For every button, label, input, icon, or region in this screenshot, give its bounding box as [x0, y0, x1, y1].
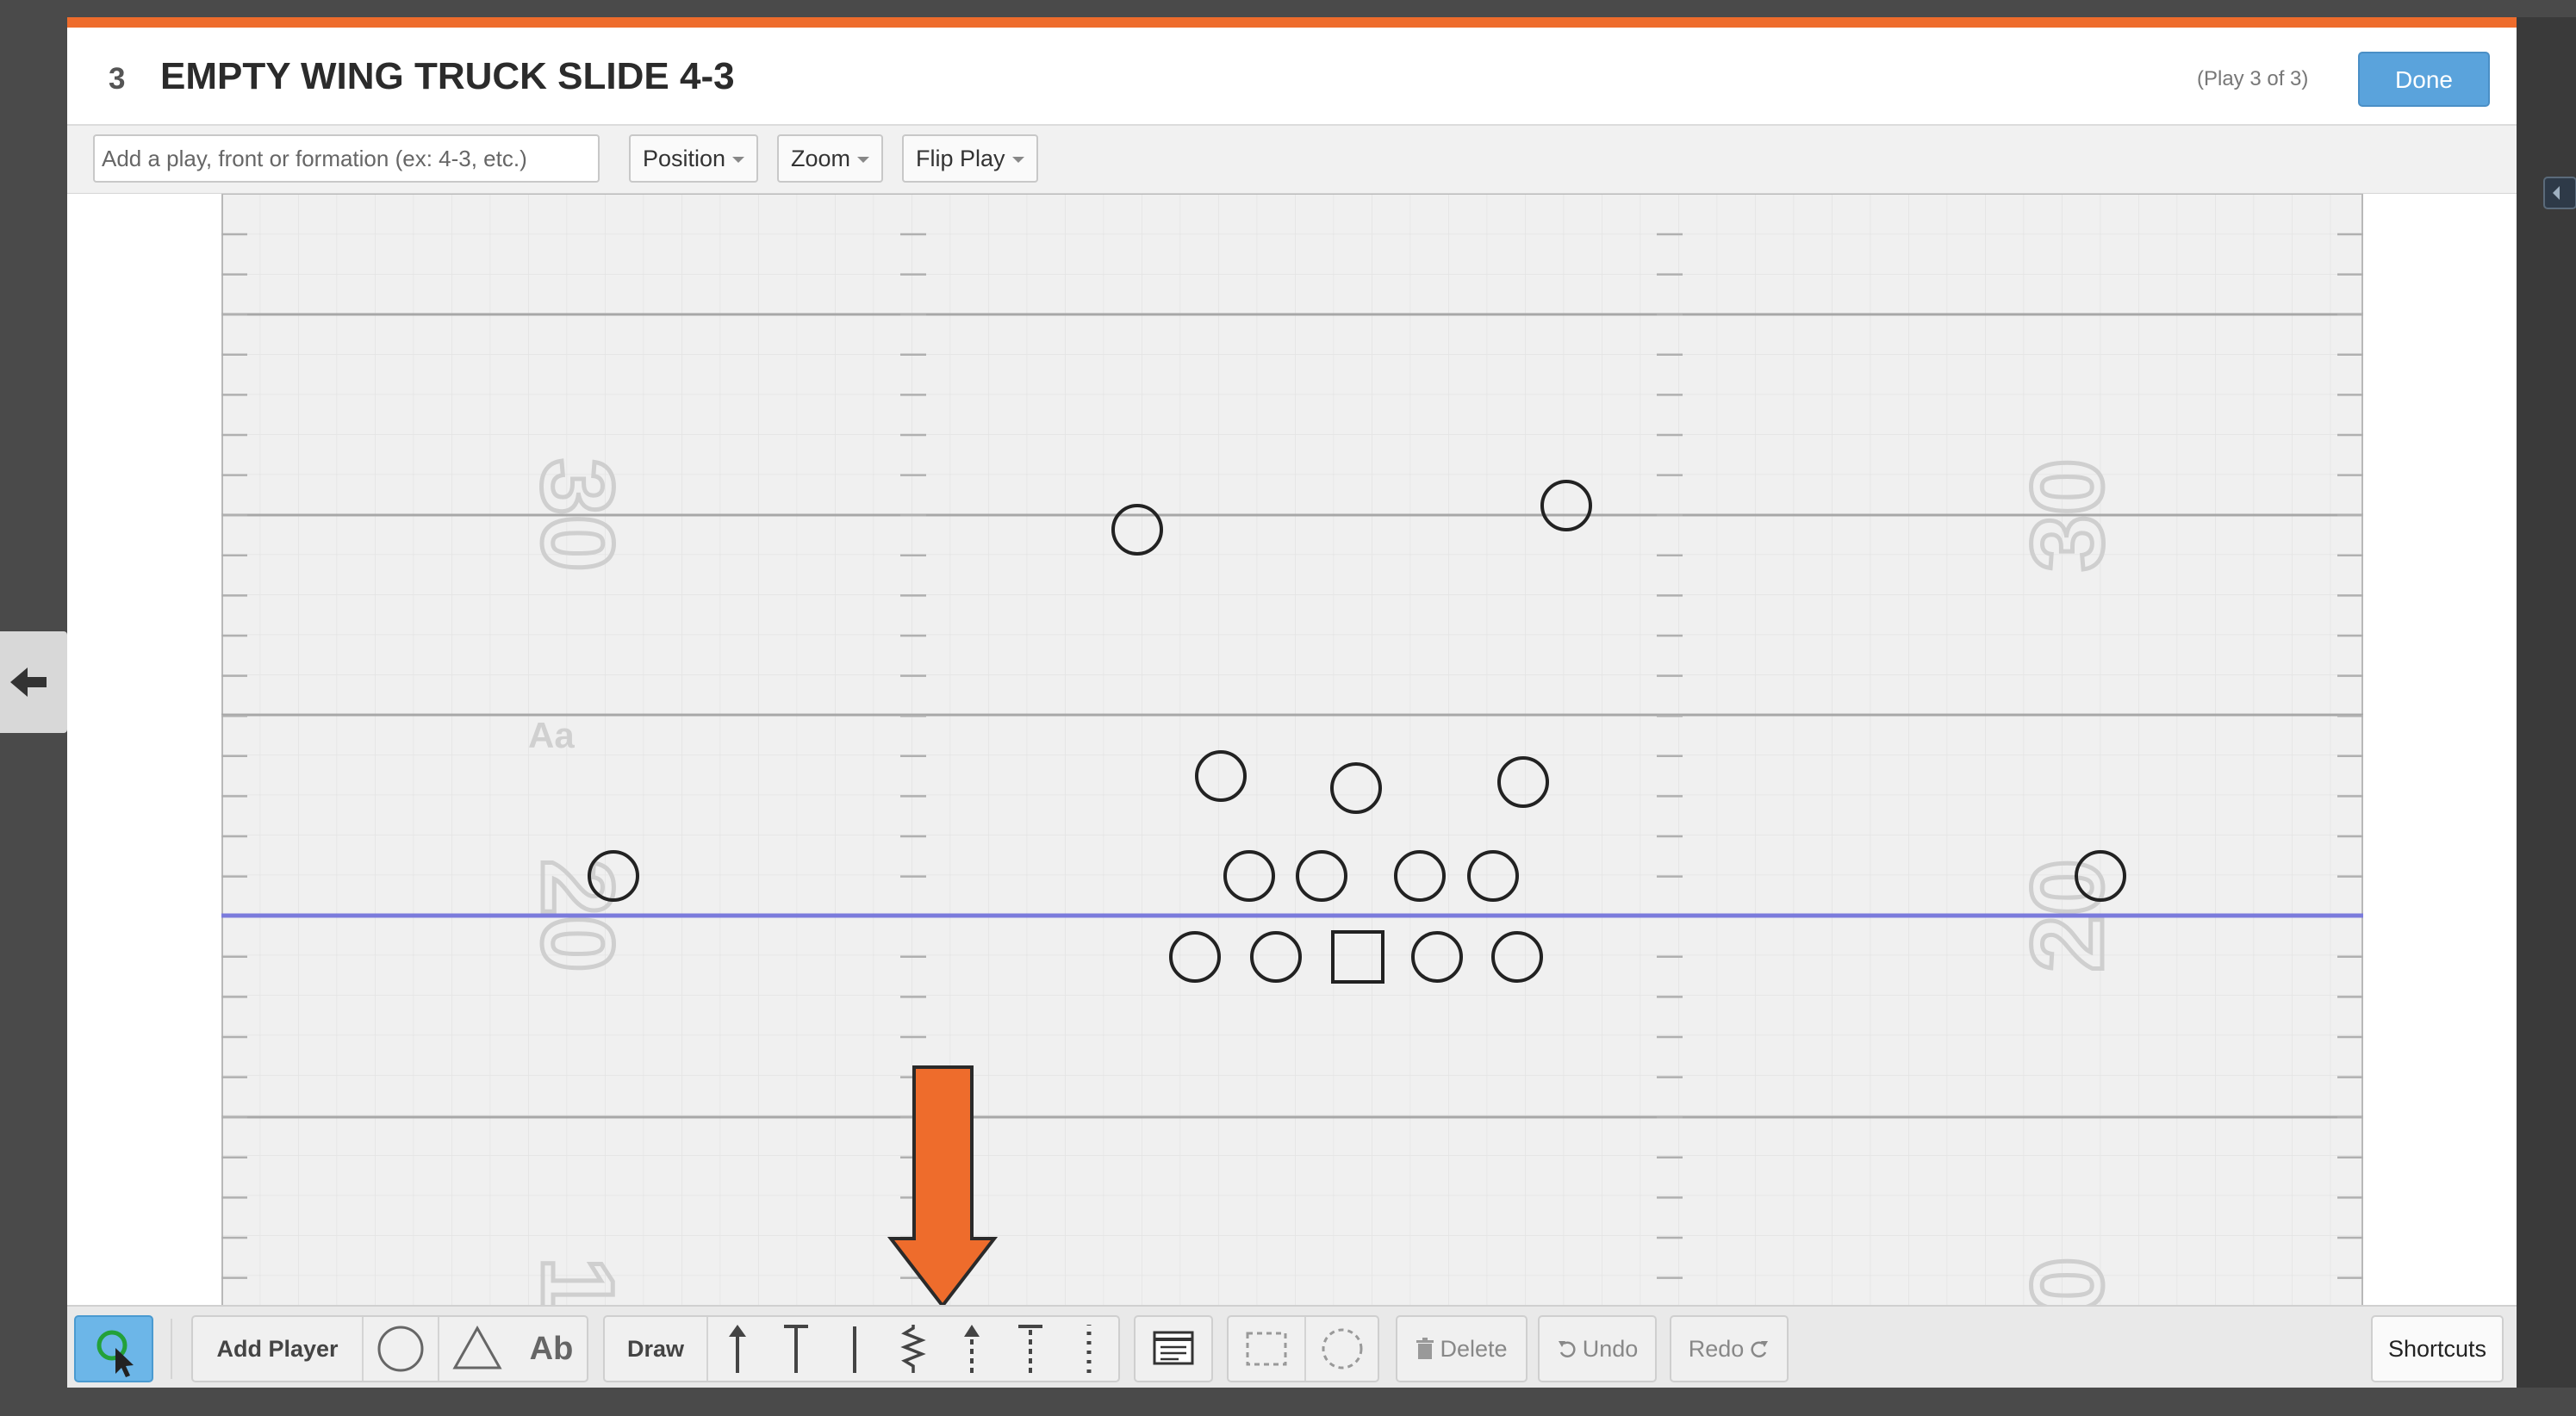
zoom-dropdown-label: Zoom [791, 146, 851, 171]
yard-number-left-bottom: 10 [520, 1257, 634, 1312]
draw-button[interactable]: Draw [605, 1317, 706, 1381]
dashed-arrow-icon [964, 1325, 980, 1373]
arrow-line-icon [729, 1325, 746, 1373]
editor-header: 3 EMPTY WING TRUCK SLIDE 4-3 (Play 3 of … [67, 28, 2517, 126]
notes-button[interactable] [1134, 1315, 1213, 1382]
play-count: (Play 3 of 3) [2197, 67, 2309, 90]
chevron-down-icon [732, 157, 745, 164]
rectangle-select-icon [1246, 1332, 1287, 1366]
lasso-select-icon [1322, 1328, 1363, 1369]
dashed-block-tool[interactable] [1001, 1317, 1060, 1381]
undo-label: Undo [1582, 1335, 1639, 1362]
lasso-select-button[interactable] [1306, 1317, 1378, 1381]
yard-number-right-bottom: 10 [2011, 1257, 2125, 1312]
back-tab[interactable] [0, 631, 67, 733]
collapse-panel-icon[interactable] [2539, 164, 2576, 224]
football-field[interactable]: 30 30 20 20 10 10 Aa [221, 194, 2363, 1312]
back-arrow-icon [10, 668, 47, 697]
dotted-line-tool[interactable] [1060, 1317, 1118, 1381]
redo-button-content: Redo [1671, 1317, 1787, 1381]
position-dropdown[interactable]: Position [629, 134, 759, 183]
zoom-dropdown[interactable]: Zoom [777, 134, 884, 183]
undo-button-content: Undo [1540, 1317, 1655, 1381]
rectangle-select-button[interactable] [1229, 1317, 1304, 1381]
direction-arrow[interactable] [886, 1062, 998, 1312]
text-annotation[interactable]: Aa [528, 715, 575, 755]
select-pointer-icon [96, 1330, 134, 1377]
notes-icon [1153, 1331, 1194, 1365]
field-canvas-area: 30 30 20 20 10 10 Aa [67, 194, 2517, 1312]
dashed-arrow-tool[interactable] [943, 1317, 1001, 1381]
plain-line-icon [853, 1326, 856, 1373]
text-label-button[interactable]: Ab [515, 1317, 588, 1381]
accent-bar [67, 17, 2517, 28]
yard-number-left-top: 30 [520, 458, 634, 571]
dotted-line-icon [1086, 1325, 1092, 1373]
bottom-toolbar: Add Player Ab Draw Delete Undo Redo Shor… [67, 1305, 2517, 1388]
shortcuts-button[interactable]: Shortcuts [2371, 1315, 2504, 1382]
position-dropdown-label: Position [643, 146, 726, 171]
undo-button[interactable]: Undo [1538, 1315, 1657, 1382]
select-tool-button[interactable] [74, 1315, 153, 1382]
dashed-block-icon [1018, 1325, 1042, 1373]
play-editor-modal: 3 EMPTY WING TRUCK SLIDE 4-3 (Play 3 of … [67, 17, 2517, 1388]
redo-button[interactable]: Redo [1670, 1315, 1789, 1382]
selection-tools-group [1227, 1315, 1379, 1382]
triangle-player-button[interactable] [439, 1317, 515, 1381]
trash-icon [1416, 1338, 1434, 1359]
circle-shape-icon [377, 1326, 424, 1372]
play-title[interactable]: EMPTY WING TRUCK SLIDE 4-3 [160, 55, 735, 98]
flip-play-dropdown[interactable]: Flip Play [902, 134, 1038, 183]
delete-button[interactable]: Delete [1396, 1315, 1528, 1382]
redo-label: Redo [1688, 1335, 1745, 1362]
add-player-button[interactable]: Add Player [193, 1317, 362, 1381]
play-search-input[interactable] [93, 134, 600, 183]
delete-button-content: Delete [1397, 1317, 1526, 1381]
chevron-down-icon [857, 157, 870, 164]
draw-tools-group: Draw [603, 1315, 1120, 1382]
circle-player-button[interactable] [364, 1317, 438, 1381]
undo-icon [1558, 1341, 1576, 1357]
chevron-down-icon [1011, 157, 1024, 164]
add-player-group: Add Player Ab [191, 1315, 588, 1382]
shortcuts-label: Shortcuts [2387, 1335, 2487, 1362]
side-panel-edge [2517, 17, 2576, 1388]
delete-label: Delete [1440, 1335, 1508, 1362]
yard-number-right-top: 30 [2011, 458, 2125, 571]
redo-icon [1751, 1341, 1769, 1357]
editor-toolbar: Position Zoom Flip Play [67, 126, 2517, 195]
play-number: 3 [109, 62, 126, 96]
flip-play-dropdown-label: Flip Play [916, 146, 1005, 171]
done-button[interactable]: Done [2358, 52, 2490, 107]
zigzag-route-tool[interactable] [884, 1317, 943, 1381]
plain-line-tool[interactable] [825, 1317, 884, 1381]
arrow-route-tool[interactable] [708, 1317, 767, 1381]
block-line-icon [784, 1325, 808, 1373]
triangle-shape-icon [452, 1325, 502, 1369]
block-route-tool[interactable] [767, 1317, 825, 1381]
zigzag-line-icon [900, 1325, 926, 1373]
toolbar-divider [171, 1319, 172, 1379]
